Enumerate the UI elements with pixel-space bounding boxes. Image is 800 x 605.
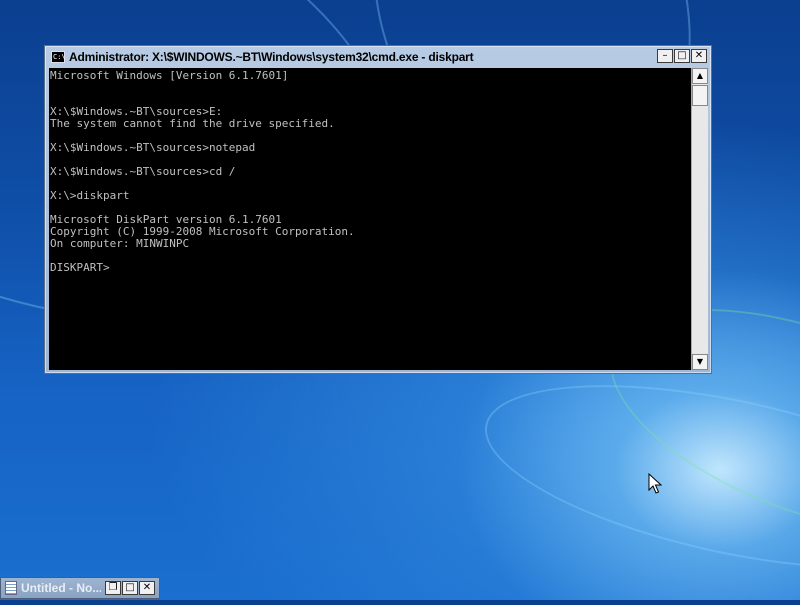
mini-caption-buttons: ❐ □ ✕	[105, 581, 155, 595]
scroll-up-button[interactable]: ▲	[692, 68, 708, 84]
mouse-cursor-icon	[648, 473, 662, 494]
scroll-thumb[interactable]	[692, 85, 708, 106]
cmd-icon[interactable]: C:\	[51, 51, 66, 63]
maximize-button[interactable]: □	[674, 49, 690, 63]
caption-buttons: – □ ✕	[657, 49, 707, 63]
close-button[interactable]: ✕	[691, 49, 707, 63]
cmd-titlebar[interactable]: C:\ Administrator: X:\$WINDOWS.~BT\Windo…	[45, 46, 711, 68]
minimized-notepad-window[interactable]: Untitled - No... ❐ □ ✕	[0, 577, 160, 599]
window-title: Administrator: X:\$WINDOWS.~BT\Windows\s…	[69, 50, 474, 64]
vertical-scrollbar[interactable]: ▲ ▼	[691, 68, 708, 370]
console-area[interactable]: Microsoft Windows [Version 6.1.7601] X:\…	[49, 68, 691, 370]
cmd-window[interactable]: C:\ Administrator: X:\$WINDOWS.~BT\Windo…	[44, 45, 712, 374]
minimize-button[interactable]: –	[657, 49, 673, 63]
restore-button[interactable]: ❐	[105, 581, 121, 595]
notepad-icon	[5, 581, 17, 595]
minimized-window-title: Untitled - No...	[21, 581, 101, 595]
scroll-down-button[interactable]: ▼	[692, 354, 708, 370]
console-output: Microsoft Windows [Version 6.1.7601] X:\…	[50, 69, 355, 274]
wallpaper-streak	[469, 349, 800, 605]
close-button[interactable]: ✕	[139, 581, 155, 595]
maximize-button[interactable]: □	[122, 581, 138, 595]
